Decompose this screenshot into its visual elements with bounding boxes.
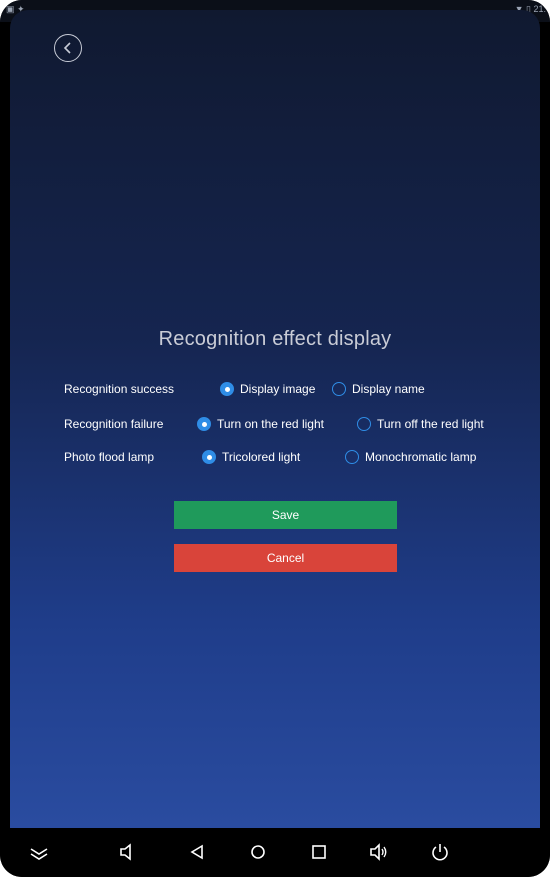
back-icon[interactable] [187,842,207,862]
expand-icon[interactable] [29,842,49,862]
cancel-button[interactable]: Cancel [174,544,397,572]
radio-monochromatic-lamp[interactable]: Monochromatic lamp [345,447,476,467]
recents-icon[interactable] [309,842,329,862]
radio-turn-on-red-light[interactable]: Turn on the red light [197,414,324,434]
radio-turn-off-red-light[interactable]: Turn off the red light [357,414,484,434]
option-label: Tricolored light [222,450,301,464]
radio-checked-icon [220,382,234,396]
radio-unchecked-icon [357,417,371,431]
setting-row-recognition-failure: Recognition failure [64,414,163,434]
radio-display-image[interactable]: Display image [220,379,315,399]
option-label: Display name [352,382,425,396]
back-button[interactable] [54,34,82,62]
status-time: 21: [533,4,546,14]
power-icon[interactable] [430,842,450,862]
app-screen: Recognition effect display Recognition s… [10,10,540,828]
setting-row-recognition-success: Recognition success [64,379,174,399]
option-label: Display image [240,382,316,396]
option-label: Turn on the red light [217,417,324,431]
radio-checked-icon [202,450,216,464]
volume-down-icon[interactable] [118,842,138,862]
home-icon[interactable] [248,842,268,862]
setting-label: Recognition failure [64,417,164,431]
radio-checked-icon [197,417,211,431]
volume-up-icon[interactable] [369,842,389,862]
page-title: Recognition effect display [158,328,392,350]
system-nav-bar [0,828,550,877]
option-label: Turn off the red light [377,417,484,431]
radio-unchecked-icon [332,382,346,396]
option-label: Monochromatic lamp [365,450,477,464]
setting-label: Photo flood lamp [64,450,155,464]
save-button[interactable]: Save [174,501,397,529]
setting-label: Recognition success [64,382,175,396]
setting-row-photo-flood-lamp: Photo flood lamp [64,447,154,467]
radio-tricolored-light[interactable]: Tricolored light [202,447,300,467]
chevron-left-icon [63,42,71,54]
radio-unchecked-icon [345,450,359,464]
device-frame: ▣ ✦ ▼ ▯ 21: Recognition effect display R… [0,0,550,877]
radio-display-name[interactable]: Display name [332,379,425,399]
